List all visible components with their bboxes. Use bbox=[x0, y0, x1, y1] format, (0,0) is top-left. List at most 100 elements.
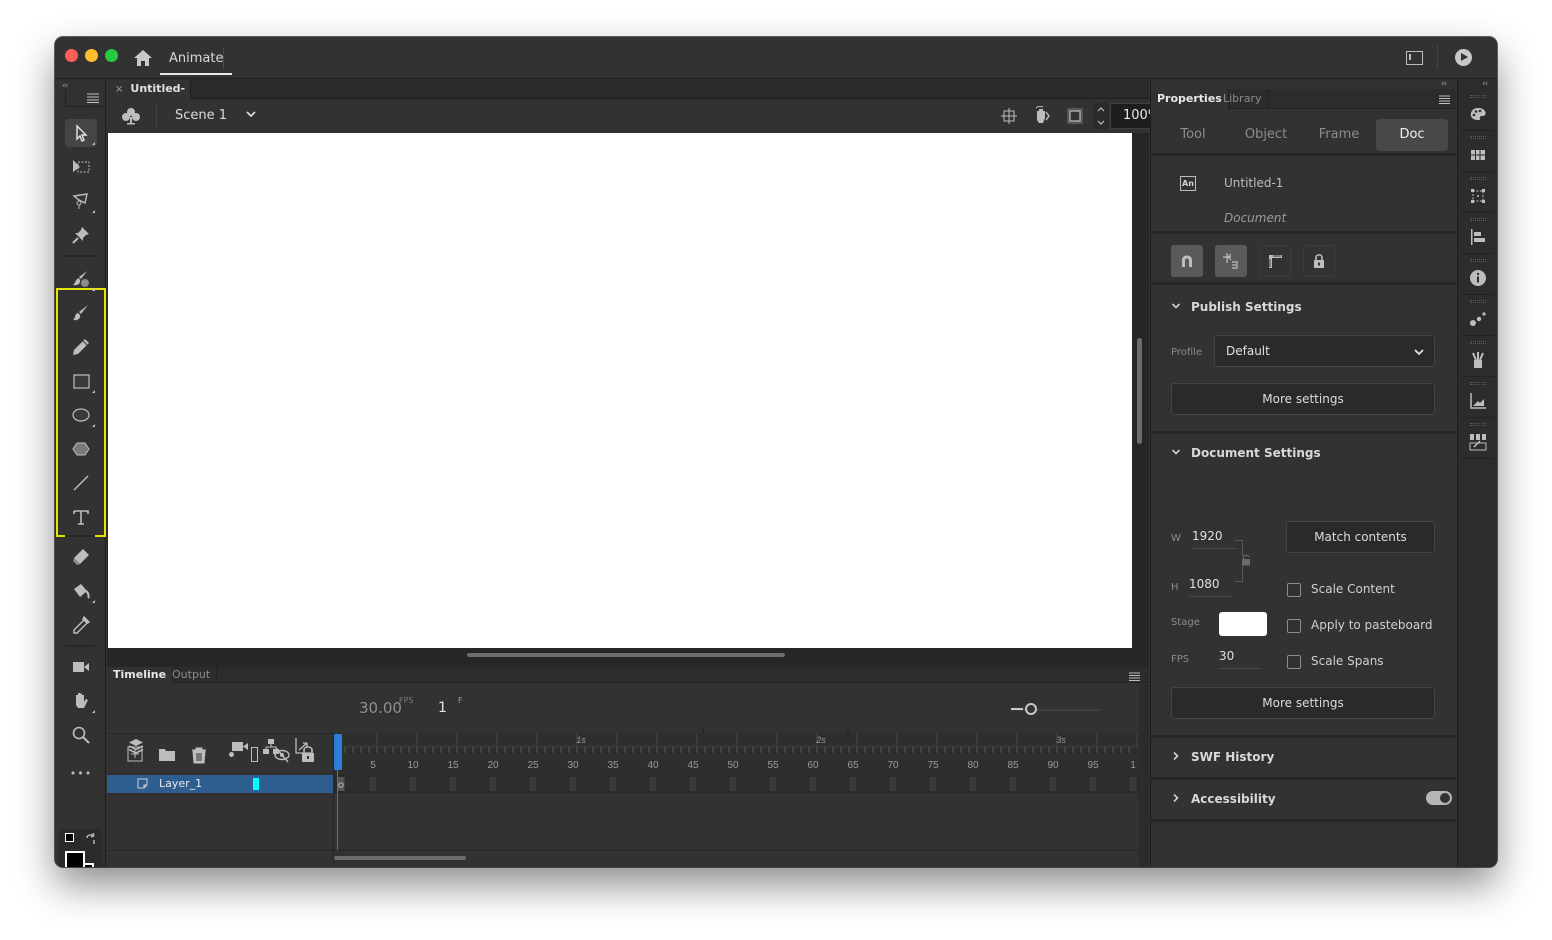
layer-frames[interactable] bbox=[334, 775, 1139, 793]
current-frame-readout[interactable]: 1 bbox=[438, 700, 447, 716]
tab-timeline[interactable]: Timeline bbox=[107, 667, 174, 683]
clip-content-icon[interactable] bbox=[1066, 107, 1084, 125]
paint-bucket-tool[interactable] bbox=[65, 577, 97, 605]
layer-name[interactable]: Layer_1 bbox=[159, 777, 202, 790]
snap-to-guides-button[interactable] bbox=[1215, 245, 1247, 277]
dock-transform-panel[interactable] bbox=[1461, 173, 1495, 213]
panel-menu-icon[interactable] bbox=[1129, 672, 1140, 681]
outline-layers-icon[interactable] bbox=[251, 747, 258, 762]
snap-to-objects-button[interactable] bbox=[1171, 245, 1203, 277]
vertical-scrollbar[interactable] bbox=[1137, 338, 1142, 444]
lock-layers-icon[interactable] bbox=[299, 745, 317, 763]
document-tab[interactable]: ×Untitled-1 bbox=[107, 79, 191, 116]
collapse-panel-button[interactable]: ›› bbox=[1441, 79, 1447, 89]
selection-tool[interactable] bbox=[65, 119, 97, 147]
home-icon[interactable] bbox=[133, 49, 153, 67]
dock-swatches-panel[interactable] bbox=[1461, 132, 1495, 172]
fluid-brush-tool[interactable] bbox=[65, 265, 97, 293]
scene-name[interactable]: Scene 1 bbox=[175, 108, 227, 123]
new-folder-icon[interactable] bbox=[158, 746, 176, 764]
tab-tool[interactable]: Tool bbox=[1157, 119, 1229, 151]
pencil-tool[interactable] bbox=[65, 333, 97, 361]
apply-pasteboard-checkbox[interactable] bbox=[1287, 619, 1301, 633]
classic-brush-tool[interactable] bbox=[65, 299, 97, 327]
unlock-aspect-ratio-icon[interactable] bbox=[1241, 554, 1251, 566]
highlight-layers-icon[interactable] bbox=[229, 752, 234, 757]
camera-tool[interactable] bbox=[65, 653, 97, 681]
dock-motion-editor-panel[interactable] bbox=[1461, 378, 1495, 418]
scale-spans-checkbox[interactable] bbox=[1287, 655, 1301, 669]
dock-color-panel[interactable] bbox=[1461, 91, 1495, 131]
rulers-button[interactable] bbox=[1259, 245, 1291, 277]
maximize-window-button[interactable] bbox=[105, 49, 118, 62]
profile-dropdown[interactable]: Default bbox=[1214, 335, 1435, 367]
line-tool[interactable] bbox=[65, 469, 97, 497]
timeline-horizontal-scrollbar[interactable] bbox=[334, 856, 466, 860]
default-colors-icon[interactable] bbox=[65, 833, 74, 842]
chevron-down-icon[interactable] bbox=[245, 108, 257, 120]
lasso-tool[interactable] bbox=[65, 187, 97, 215]
lock-guides-button[interactable] bbox=[1303, 245, 1335, 277]
document-settings-header[interactable]: Document Settings bbox=[1151, 434, 1456, 474]
swap-colors-icon[interactable] bbox=[85, 833, 97, 845]
publish-settings-header[interactable]: Publish Settings bbox=[1151, 288, 1456, 328]
eraser-tool[interactable] bbox=[65, 543, 97, 571]
scale-content-checkbox[interactable] bbox=[1287, 583, 1301, 597]
rotate-stage-icon[interactable] bbox=[1032, 106, 1052, 126]
app-tab-animate[interactable]: Animate bbox=[160, 45, 233, 75]
stage-color-swatch[interactable] bbox=[1219, 612, 1267, 636]
horizontal-scrollbar[interactable] bbox=[467, 653, 785, 657]
close-window-button[interactable] bbox=[65, 49, 78, 62]
frame-ruler[interactable]: 5 10 15 20 25 30 35 40 45 50 55 60 65 70 75 80 85 90 95 1 1s… bbox=[334, 733, 1139, 775]
hide-layers-icon[interactable] bbox=[273, 746, 291, 764]
fps-readout[interactable]: 30.00 bbox=[359, 699, 402, 717]
scene-icon[interactable] bbox=[121, 107, 141, 125]
dock-align-panel[interactable] bbox=[1461, 214, 1495, 254]
stage-canvas[interactable] bbox=[108, 133, 1132, 648]
subselection-tool[interactable] bbox=[65, 153, 97, 181]
delete-layer-icon[interactable] bbox=[190, 746, 208, 764]
asset-warp-tool[interactable] bbox=[65, 221, 97, 249]
accessibility-header[interactable]: Accessibility bbox=[1151, 780, 1456, 820]
tab-doc[interactable]: Doc bbox=[1376, 119, 1448, 151]
eyedropper-tool[interactable] bbox=[65, 611, 97, 639]
dock-brush-library-panel[interactable] bbox=[1461, 337, 1495, 377]
zoom-stepper[interactable] bbox=[1093, 103, 1109, 129]
accessibility-toggle[interactable] bbox=[1426, 791, 1452, 805]
oval-tool[interactable] bbox=[65, 401, 97, 429]
height-input[interactable]: 1080 bbox=[1189, 577, 1233, 597]
test-movie-play-icon[interactable] bbox=[1455, 49, 1472, 66]
zoom-tool[interactable] bbox=[65, 721, 97, 749]
polystar-tool[interactable] bbox=[65, 435, 97, 463]
match-contents-button[interactable]: Match contents bbox=[1286, 521, 1435, 553]
tab-output[interactable]: Output bbox=[166, 667, 218, 683]
playhead[interactable] bbox=[334, 734, 342, 770]
expand-dock-button[interactable]: ‹‹ bbox=[1482, 79, 1488, 89]
layer-row[interactable]: Layer_1 bbox=[107, 775, 333, 793]
width-input[interactable]: 1920 bbox=[1192, 529, 1236, 549]
document-more-settings-button[interactable]: More settings bbox=[1171, 687, 1435, 719]
slider-knob[interactable] bbox=[1025, 703, 1037, 715]
minimize-window-button[interactable] bbox=[85, 49, 98, 62]
tab-frame[interactable]: Frame bbox=[1303, 119, 1375, 151]
close-tab-icon[interactable]: × bbox=[115, 84, 123, 95]
dock-motion-presets-panel[interactable] bbox=[1461, 296, 1495, 336]
dock-info-panel[interactable] bbox=[1461, 255, 1495, 295]
new-layer-icon[interactable] bbox=[127, 746, 143, 762]
tab-library[interactable]: Library bbox=[1217, 89, 1269, 109]
workspace-layout-icon[interactable] bbox=[1406, 51, 1423, 65]
dock-frame-picker-panel[interactable] bbox=[1461, 419, 1495, 459]
toolbar-menu-icon[interactable] bbox=[87, 93, 99, 103]
publish-more-settings-button[interactable]: More settings bbox=[1171, 383, 1435, 415]
panel-menu-icon[interactable] bbox=[1439, 95, 1450, 104]
text-tool[interactable] bbox=[65, 503, 97, 531]
tab-object[interactable]: Object bbox=[1230, 119, 1302, 151]
rectangle-tool[interactable] bbox=[65, 367, 97, 395]
stroke-color-swatch[interactable] bbox=[65, 851, 85, 867]
hand-tool[interactable] bbox=[65, 687, 97, 715]
swf-history-header[interactable]: SWF History bbox=[1151, 738, 1456, 778]
center-stage-icon[interactable] bbox=[1000, 107, 1018, 125]
fps-input[interactable]: 30 bbox=[1219, 649, 1261, 669]
edit-toolbar-button[interactable]: ••• bbox=[65, 759, 97, 787]
layer-color-swatch[interactable] bbox=[253, 778, 259, 790]
